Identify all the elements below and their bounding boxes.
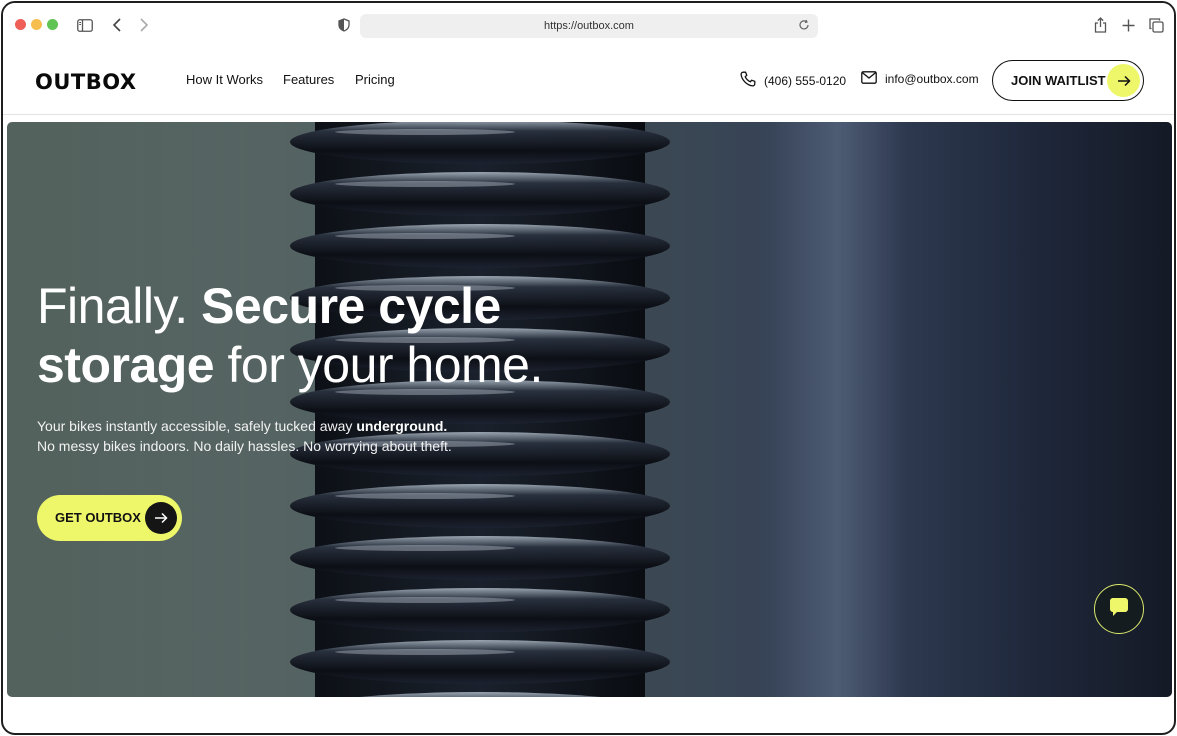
nav-link-features[interactable]: Features [283, 72, 334, 87]
back-icon[interactable] [107, 15, 127, 35]
nav-link-how-it-works[interactable]: How It Works [186, 72, 263, 87]
tab-overview-icon[interactable] [1146, 15, 1166, 35]
phone-number: (406) 555-0120 [764, 73, 847, 88]
hero-headline-part1: Finally. [37, 278, 202, 334]
hero-section: Finally. Secure cycle storage for your h… [7, 122, 1172, 697]
get-outbox-button[interactable]: GET OUTBOX [37, 495, 182, 541]
arrow-right-icon [145, 502, 177, 534]
chat-bubble-icon [1108, 596, 1130, 623]
get-outbox-label: GET OUTBOX [55, 510, 141, 525]
nav-link-pricing[interactable]: Pricing [355, 72, 395, 87]
hero-subtitle-line1: Your bikes instantly accessible, safely … [37, 418, 357, 434]
hero-subtitle-line2: No messy bikes indoors. No daily hassles… [37, 438, 452, 454]
hero-subtitle-bold: underground. [356, 418, 448, 434]
share-icon[interactable] [1090, 15, 1110, 35]
url-text: https://outbox.com [544, 20, 634, 32]
browser-window: https://outbox.com OUTBOX How It Works F… [1, 1, 1176, 735]
reload-icon[interactable] [798, 19, 812, 33]
join-waitlist-button[interactable]: JOIN WAITLIST [992, 60, 1144, 101]
hero-headline: Finally. Secure cycle storage for your h… [37, 277, 617, 395]
close-window-button[interactable] [15, 19, 26, 30]
phone-icon [740, 71, 756, 90]
email-address: info@outbox.com [885, 72, 979, 86]
browser-toolbar: https://outbox.com [3, 3, 1174, 47]
arrow-right-icon [1107, 64, 1140, 97]
sidebar-toggle-icon[interactable] [75, 15, 95, 35]
hero-subtitle: Your bikes instantly accessible, safely … [37, 416, 557, 456]
email-contact[interactable]: info@outbox.com [861, 71, 979, 87]
hero-overlay [7, 122, 1172, 697]
phone-contact[interactable]: (406) 555-0120 [740, 71, 846, 90]
new-tab-icon[interactable] [1118, 15, 1138, 35]
chat-widget-button[interactable] [1094, 584, 1144, 634]
privacy-shield-icon[interactable] [334, 15, 354, 35]
join-waitlist-label: JOIN WAITLIST [1011, 73, 1106, 88]
maximize-window-button[interactable] [47, 19, 58, 30]
minimize-window-button[interactable] [31, 19, 42, 30]
address-bar[interactable]: https://outbox.com [360, 14, 818, 38]
site-logo[interactable]: OUTBOX [35, 70, 137, 94]
forward-icon[interactable] [134, 15, 154, 35]
site-header: OUTBOX How It Works Features Pricing (40… [3, 47, 1174, 115]
hero-headline-part2: for your home. [214, 337, 544, 393]
mail-icon [861, 71, 877, 87]
